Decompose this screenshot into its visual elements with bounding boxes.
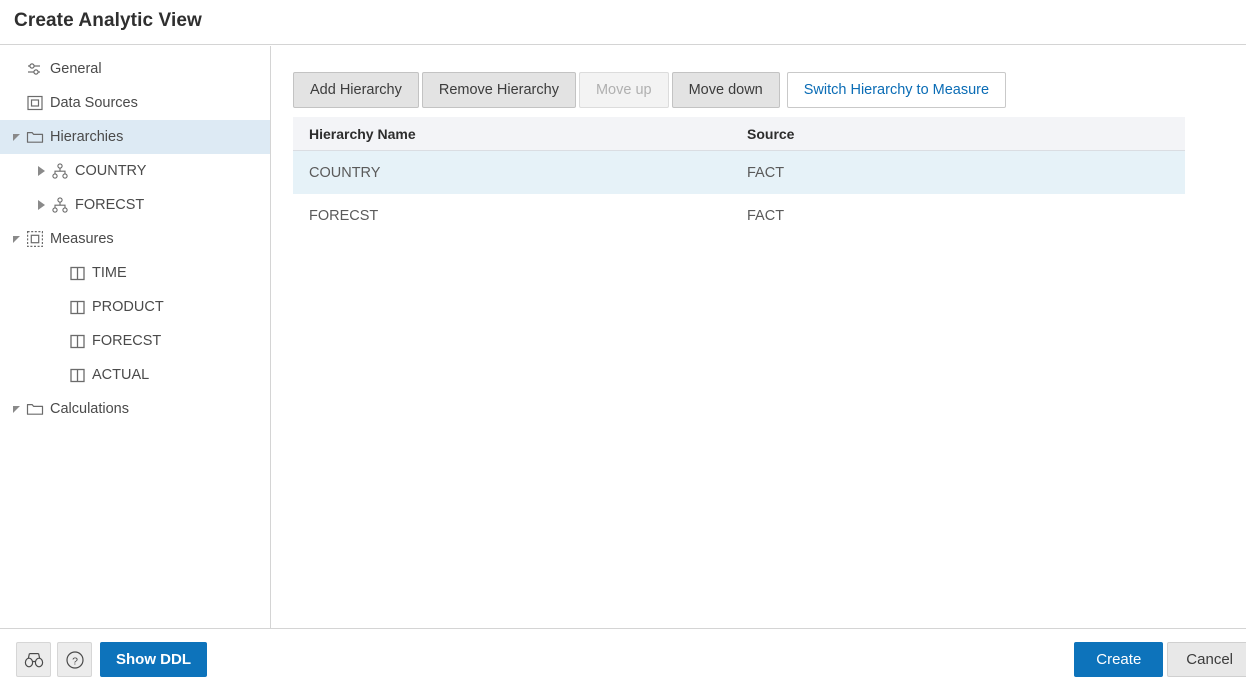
data-source-icon bbox=[24, 93, 46, 113]
create-button[interactable]: Create bbox=[1074, 642, 1163, 677]
show-ddl-button[interactable]: Show DDL bbox=[100, 642, 207, 677]
footer-right-actions: Create Cancel bbox=[1074, 642, 1246, 677]
folder-icon bbox=[24, 127, 46, 147]
hierarchy-tree-icon bbox=[49, 195, 71, 215]
sidebar-item-general[interactable]: General bbox=[0, 52, 270, 86]
sidebar-item-label: Measures bbox=[50, 231, 114, 247]
sidebar-item-label: FORECST bbox=[75, 197, 144, 213]
chevron-expanded-icon[interactable] bbox=[13, 236, 20, 243]
navigation-sidebar: General Data Sources Hierarchies COUNTRY FOR… bbox=[0, 46, 271, 628]
chevron-collapsed-icon[interactable] bbox=[38, 200, 45, 210]
table-row[interactable]: COUNTRYFACT bbox=[293, 151, 1185, 194]
sidebar-item-label: General bbox=[50, 61, 102, 77]
tree-expander[interactable] bbox=[8, 134, 24, 141]
add-hierarchy-button[interactable]: Add Hierarchy bbox=[293, 72, 419, 108]
sidebar-item-actual[interactable]: ACTUAL bbox=[0, 358, 270, 392]
sidebar-item-forecst[interactable]: FORECST bbox=[0, 324, 270, 358]
binoculars-icon bbox=[24, 652, 44, 668]
tree-expander[interactable] bbox=[33, 166, 49, 176]
cell-hierarchy-name: COUNTRY bbox=[293, 165, 739, 181]
cancel-button[interactable]: Cancel bbox=[1167, 642, 1246, 677]
tree-expander[interactable] bbox=[8, 236, 24, 243]
help-icon-button[interactable]: ? bbox=[57, 642, 92, 677]
binoculars-icon-button[interactable] bbox=[16, 642, 51, 677]
sidebar-item-label: PRODUCT bbox=[92, 299, 164, 315]
sidebar-item-label: Calculations bbox=[50, 401, 129, 417]
column-header-hierarchy-name[interactable]: Hierarchy Name bbox=[293, 126, 739, 142]
settings-sliders-icon bbox=[24, 59, 46, 79]
sidebar-item-label: ACTUAL bbox=[92, 367, 149, 383]
cell-source: FACT bbox=[739, 208, 1185, 224]
help-circle-icon: ? bbox=[65, 650, 85, 670]
move-up-button: Move up bbox=[579, 72, 669, 108]
sidebar-item-country[interactable]: COUNTRY bbox=[0, 154, 270, 188]
nav-tree: General Data Sources Hierarchies COUNTRY FOR… bbox=[0, 46, 270, 426]
main-content: Add Hierarchy Remove Hierarchy Move up M… bbox=[272, 46, 1246, 628]
column-icon bbox=[66, 365, 88, 385]
cell-hierarchy-name: FORECST bbox=[293, 208, 739, 224]
remove-hierarchy-button[interactable]: Remove Hierarchy bbox=[422, 72, 576, 108]
cell-source: FACT bbox=[739, 165, 1185, 181]
sidebar-item-label: Data Sources bbox=[50, 95, 138, 111]
sidebar-item-time[interactable]: TIME bbox=[0, 256, 270, 290]
hierarchies-table: Hierarchy Name Source COUNTRYFACTFORECST… bbox=[293, 117, 1185, 237]
chevron-expanded-icon[interactable] bbox=[13, 134, 20, 141]
sidebar-item-label: TIME bbox=[92, 265, 127, 281]
tree-expander[interactable] bbox=[8, 406, 24, 413]
table-header-row: Hierarchy Name Source bbox=[293, 117, 1185, 151]
footer-left-actions: ? Show DDL bbox=[16, 642, 207, 677]
dialog-footer: ? Show DDL Create Cancel bbox=[0, 628, 1246, 692]
column-header-source[interactable]: Source bbox=[739, 126, 1185, 142]
sidebar-item-calculations[interactable]: Calculations bbox=[0, 392, 270, 426]
sidebar-item-measures[interactable]: Measures bbox=[0, 222, 270, 256]
switch-hierarchy-to-measure-button[interactable]: Switch Hierarchy to Measure bbox=[787, 72, 1006, 108]
sidebar-item-label: FORECST bbox=[92, 333, 161, 349]
column-icon bbox=[66, 331, 88, 351]
column-icon bbox=[66, 263, 88, 283]
chevron-expanded-icon[interactable] bbox=[13, 406, 20, 413]
sidebar-item-label: Hierarchies bbox=[50, 129, 123, 145]
sidebar-item-label: COUNTRY bbox=[75, 163, 146, 179]
page-title: Create Analytic View bbox=[14, 10, 202, 32]
chevron-collapsed-icon[interactable] bbox=[38, 166, 45, 176]
create-analytic-view-dialog: Create Analytic View General Data Sources… bbox=[0, 0, 1246, 692]
svg-text:?: ? bbox=[72, 655, 78, 667]
measures-icon bbox=[24, 229, 46, 249]
hierarchy-tree-icon bbox=[49, 161, 71, 181]
move-down-button[interactable]: Move down bbox=[672, 72, 780, 108]
sidebar-item-hierarchies[interactable]: Hierarchies bbox=[0, 120, 270, 154]
table-body: COUNTRYFACTFORECSTFACT bbox=[293, 151, 1185, 237]
sidebar-item-data-sources[interactable]: Data Sources bbox=[0, 86, 270, 120]
sidebar-item-product[interactable]: PRODUCT bbox=[0, 290, 270, 324]
tree-expander[interactable] bbox=[33, 200, 49, 210]
table-row[interactable]: FORECSTFACT bbox=[293, 194, 1185, 237]
dialog-header: Create Analytic View bbox=[0, 0, 1246, 45]
column-icon bbox=[66, 297, 88, 317]
sidebar-item-forecst[interactable]: FORECST bbox=[0, 188, 270, 222]
folder-icon bbox=[24, 399, 46, 419]
hierarchy-toolbar: Add Hierarchy Remove Hierarchy Move up M… bbox=[293, 72, 1009, 108]
